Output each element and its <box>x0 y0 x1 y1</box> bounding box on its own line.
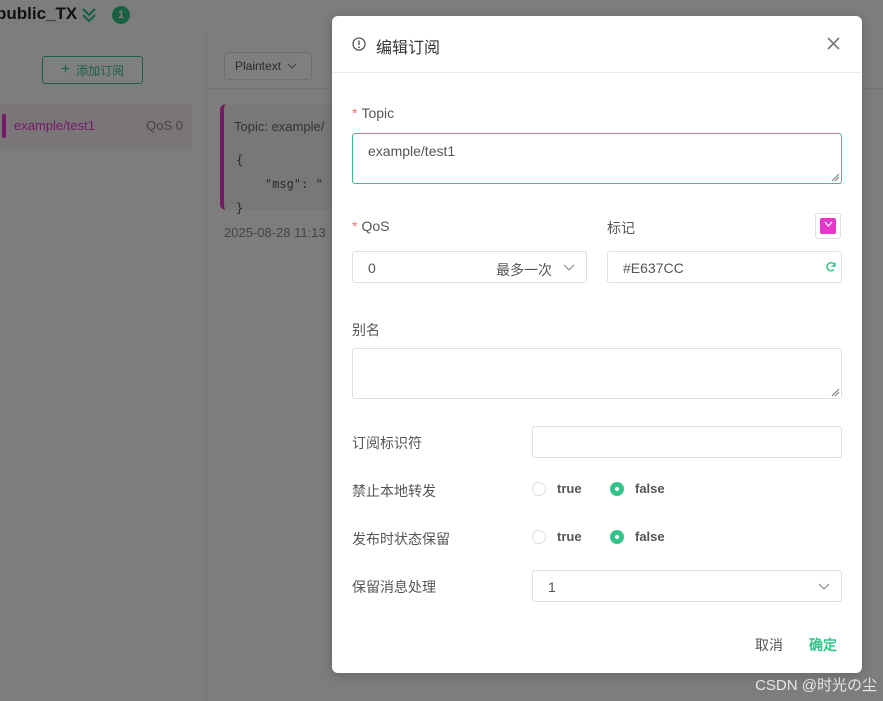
qos-value: 0 <box>368 260 376 276</box>
radio-circle <box>610 529 624 544</box>
qos-label: * QoS <box>352 218 390 234</box>
edit-subscription-dialog: 编辑订阅 * Topic example/test1 * QoS 0 最多一次 标记… <box>332 16 862 673</box>
retain-as-published-false-radio[interactable]: false <box>610 529 665 544</box>
topic-value: example/test1 <box>368 143 456 159</box>
radio-circle <box>532 529 546 544</box>
mark-label: 标记 <box>607 220 635 236</box>
chevron-down-icon <box>818 583 830 590</box>
dialog-title: 编辑订阅 <box>376 40 441 57</box>
no-local-false-radio[interactable]: false <box>610 481 665 496</box>
no-local-true-radio[interactable]: true <box>532 481 582 496</box>
topic-label: * Topic <box>352 105 395 121</box>
retain-as-published-true-radio[interactable]: true <box>532 529 582 544</box>
radio-label: true <box>557 481 582 496</box>
radio-circle <box>532 481 546 496</box>
no-local-label: 禁止本地转发 <box>352 483 436 499</box>
retain-as-published-label: 发布时状态保留 <box>352 531 450 547</box>
radio-circle <box>610 481 624 496</box>
subscription-identifier-input[interactable] <box>532 426 842 458</box>
info-icon <box>352 37 366 51</box>
chevron-down-icon <box>824 221 833 227</box>
radio-label: false <box>635 481 665 496</box>
close-icon[interactable] <box>827 37 840 50</box>
refresh-icon[interactable] <box>825 261 837 273</box>
cancel-button[interactable]: 取消 <box>755 635 783 655</box>
mark-color-value: #E637CC <box>623 260 684 276</box>
radio-label: true <box>557 529 582 544</box>
retain-handling-label: 保留消息处理 <box>352 579 436 595</box>
mark-color-input[interactable]: #E637CC <box>607 251 842 283</box>
watermark: CSDN @时光の尘 <box>755 677 877 694</box>
qos-description: 最多一次 <box>496 262 552 278</box>
radio-label: false <box>635 529 665 544</box>
chevron-down-icon <box>563 264 575 271</box>
alias-textarea[interactable] <box>352 348 842 399</box>
color-picker[interactable] <box>815 213 841 239</box>
alias-label: 别名 <box>352 322 380 338</box>
dialog-header: 编辑订阅 <box>332 16 862 73</box>
topic-textarea[interactable]: example/test1 <box>352 133 842 184</box>
subscription-identifier-label: 订阅标识符 <box>352 435 422 451</box>
confirm-button[interactable]: 确定 <box>809 635 837 655</box>
qos-select[interactable]: 0 最多一次 <box>352 251 587 283</box>
resize-grip-icon[interactable] <box>831 173 840 182</box>
resize-grip-icon[interactable] <box>831 388 840 397</box>
retain-handling-select[interactable]: 1 <box>532 570 842 602</box>
retain-handling-value: 1 <box>548 579 556 595</box>
